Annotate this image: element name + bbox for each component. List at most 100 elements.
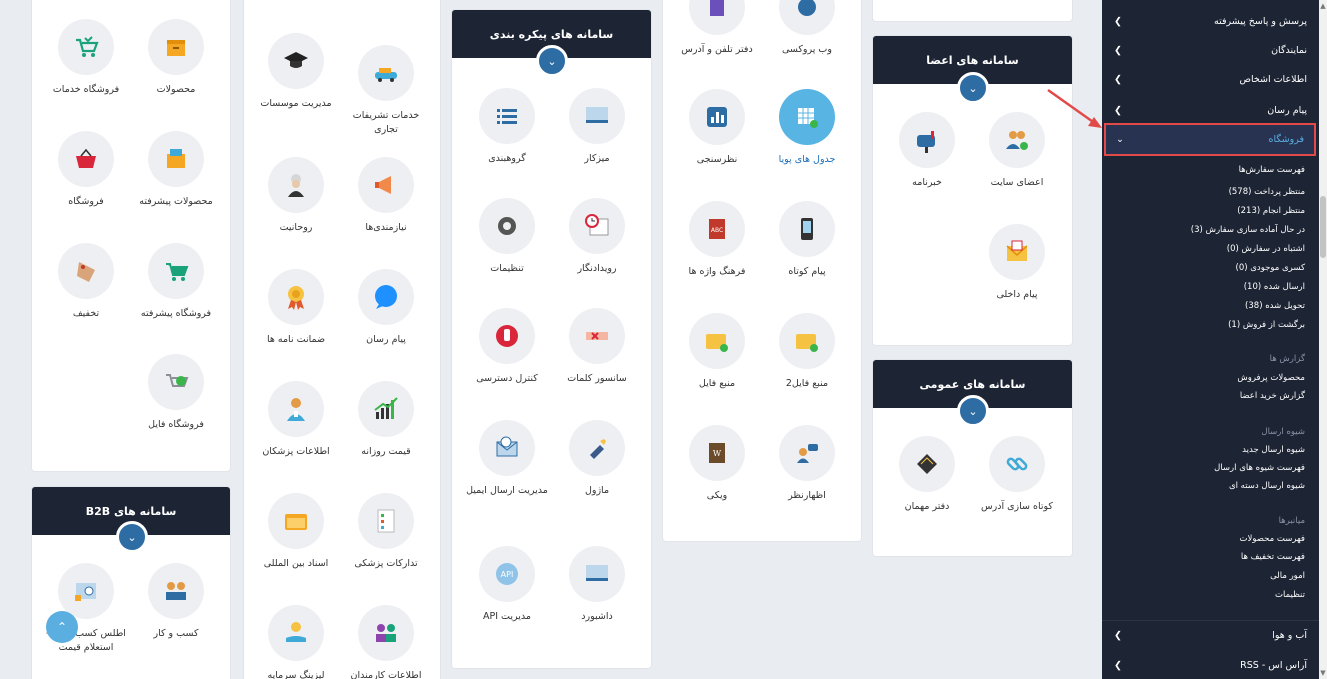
submenu-best-sellers[interactable]: محصولات پرفروش <box>1237 373 1305 383</box>
advanced-box-icon <box>148 131 204 187</box>
submenu-returned[interactable]: برگشت از فروش (1) <box>1228 320 1305 330</box>
app-ceremony[interactable]: خدمات تشریفات تجاری <box>341 45 431 138</box>
app-phonebook[interactable]: دفتر تلفن و آدرس <box>672 0 762 57</box>
scroll-up-arrow-icon[interactable]: ▲ <box>1319 2 1327 10</box>
sidebar-item-weather[interactable]: ❮ آب و هوا <box>1102 620 1319 650</box>
sidebar-item-rss[interactable]: ❮ آر‌اس اس - RSS <box>1102 650 1319 679</box>
app-poll[interactable]: نظرسنجی <box>672 89 762 167</box>
submenu-discount-list[interactable]: فهرست تخفیف ها <box>1241 552 1305 562</box>
chevron-left-icon: ❮ <box>1114 659 1122 671</box>
app-desktop[interactable]: میزکار <box>552 88 642 166</box>
app-email-management[interactable]: مدیریت ارسال ایمیل <box>462 420 552 498</box>
sidebar-item-messenger[interactable]: ❮ پیام رسان <box>1102 95 1319 125</box>
submenu-awaiting-processing[interactable]: منتظر انجام (213) <box>1237 206 1305 216</box>
app-label: منبع فایل <box>698 378 736 389</box>
submenu-shipped[interactable]: ارسال شده (10) <box>1244 282 1305 292</box>
business-icon <box>148 563 204 619</box>
app-dictionary[interactable]: ABC فرهنگ واژه ها <box>672 201 762 279</box>
svg-text:ABC: ABC <box>711 227 723 234</box>
app-file-source-2[interactable]: منبع فایل2 <box>762 313 852 391</box>
chevron-down-icon[interactable]: ⌄ <box>957 72 989 104</box>
chevron-down-icon[interactable]: ⌄ <box>116 521 148 553</box>
stop-hand-icon <box>479 308 535 364</box>
sidebar-item-persons[interactable]: ❮ اطلاعات اشخاص <box>1102 64 1319 94</box>
submenu-member-purchases[interactable]: گزارش خرید اعضا <box>1240 391 1305 401</box>
app-label: قیمت روزانه <box>361 446 411 457</box>
app-advanced-shop[interactable]: فروشگاه پیشرفته <box>131 243 221 321</box>
app-discount[interactable]: تخفیف <box>41 243 131 321</box>
app-newsletter[interactable]: خبرنامه <box>882 112 972 190</box>
app-label: فروشگاه پیشرفته <box>140 308 212 319</box>
shop-apps-card: محصولات فروشگاه خدمات محصولات پیشرفته فر… <box>31 0 231 472</box>
app-label: گروهبندی <box>488 153 526 164</box>
submenu-shipping-list[interactable]: فهرست شیوه های ارسال <box>1214 463 1305 473</box>
chevron-down-icon[interactable]: ⌄ <box>957 395 989 427</box>
app-label: ماژول <box>584 485 610 496</box>
submenu-new-shipping[interactable]: شیوه ارسال جدید <box>1242 445 1305 455</box>
sidebar-item-agents[interactable]: ❮ نمایندگان <box>1102 35 1319 65</box>
app-products[interactable]: محصولات <box>131 19 221 97</box>
scrollbar-thumb[interactable] <box>1320 196 1326 258</box>
app-dashboard[interactable]: داشبورد <box>552 546 642 624</box>
app-medical-supplies[interactable]: تدارکات پزشکی <box>341 493 431 571</box>
table-add-icon <box>779 89 835 145</box>
app-api-management[interactable]: API مدیریت API <box>462 546 552 624</box>
app-access-control[interactable]: کنترل دسترسی <box>462 308 552 386</box>
app-doctors[interactable]: اطلاعات پزشکان <box>251 381 341 459</box>
app-comments[interactable]: اظهارنظر <box>762 425 852 503</box>
app-business-atlas[interactable]: اطلس کسب و کار - استعلام قیمت <box>41 563 131 656</box>
submenu-settings[interactable]: تنظیمات <box>1275 590 1305 600</box>
app-label: مدیریت API <box>483 611 531 622</box>
scrollbar[interactable]: ▲ ▼ <box>1319 0 1327 679</box>
submenu-stock-shortage[interactable]: کسری موجودی (0) <box>1236 263 1305 273</box>
app-module[interactable]: ماژول <box>552 420 642 498</box>
app-employees[interactable]: اطلاعات کارمندان <box>341 605 431 679</box>
submenu-preparing[interactable]: در حال آماده سازی سفارش (3) <box>1191 225 1305 235</box>
app-web-proxy[interactable]: وب پروکسی <box>762 0 852 57</box>
submenu-order-error[interactable]: اشتباه در سفارش (0) <box>1227 244 1305 254</box>
app-institutes[interactable]: مدیریت موسسات <box>251 33 341 111</box>
app-dynamic-tables[interactable]: جدول های پویا <box>762 89 852 167</box>
scroll-down-arrow-icon[interactable]: ▼ <box>1319 669 1327 677</box>
submenu-product-list[interactable]: فهرست محصولات <box>1240 534 1306 544</box>
scroll-top-button[interactable]: ⌃ <box>46 611 78 643</box>
app-intl-documents[interactable]: اسناد بین المللی <box>251 493 341 571</box>
app-service-shop[interactable]: فروشگاه خدمات <box>41 19 131 97</box>
atlas-icon <box>58 563 114 619</box>
app-daily-price[interactable]: قیمت روزانه <box>341 381 431 459</box>
app-file-shop[interactable]: فروشگاه فایل <box>131 354 221 432</box>
app-business[interactable]: کسب و کار <box>131 563 221 641</box>
app-url-shortener[interactable]: کوتاه سازی آدرس <box>972 436 1062 514</box>
submenu-delivered[interactable]: تحویل شده (38) <box>1245 301 1305 311</box>
app-messenger[interactable]: پیام رسان <box>341 269 431 347</box>
app-leasing[interactable]: لیزینگ سرمایه <box>251 605 341 679</box>
sidebar-item-shop[interactable]: ⌄ فروشگاه <box>1104 123 1316 156</box>
submenu-awaiting-payment[interactable]: منتظر پرداخت (578) <box>1229 187 1305 197</box>
cart-icon <box>148 243 204 299</box>
graduation-cap-icon <box>268 33 324 89</box>
cleric-icon <box>268 157 324 213</box>
doctor-icon <box>268 381 324 437</box>
app-classifieds[interactable]: نیازمندی‌ها <box>341 157 431 235</box>
app-internal-message[interactable]: پیام داخلی <box>972 224 1062 302</box>
app-grouping[interactable]: گروهبندی <box>462 88 552 166</box>
app-word-censor[interactable]: سانسور کلمات <box>552 308 642 386</box>
megaphone-icon <box>358 157 414 213</box>
app-file-source[interactable]: منبع فایل <box>672 313 762 391</box>
app-guestbook[interactable]: دفتر مهمان <box>882 436 972 514</box>
sidebar-item-advanced-qa[interactable]: ❮ پرسش و پاسخ پیشرفته <box>1102 6 1319 36</box>
app-event-logger[interactable]: رویدادنگار <box>552 198 642 276</box>
submenu-batch-shipping[interactable]: شیوه ارسال دسته ای <box>1229 481 1305 491</box>
app-clergy[interactable]: روحانیت <box>251 157 341 235</box>
app-sms[interactable]: پیام کوتاه <box>762 201 852 279</box>
sidebar-item-label: فروشگاه <box>1268 134 1304 145</box>
app-shop[interactable]: فروشگاه <box>41 131 131 209</box>
app-label: ویکی <box>706 490 728 501</box>
app-advanced-products[interactable]: محصولات پیشرفته <box>131 131 221 209</box>
submenu-order-list[interactable]: فهرست سفارش‌ها <box>1239 165 1305 175</box>
app-wiki[interactable]: W ویکی <box>672 425 762 503</box>
submenu-finance[interactable]: امور مالی <box>1270 571 1305 581</box>
app-guarantees[interactable]: ضمانت نامه ها <box>251 269 341 347</box>
chevron-down-icon[interactable]: ⌄ <box>536 45 568 77</box>
app-settings[interactable]: تنظیمات <box>462 198 552 276</box>
